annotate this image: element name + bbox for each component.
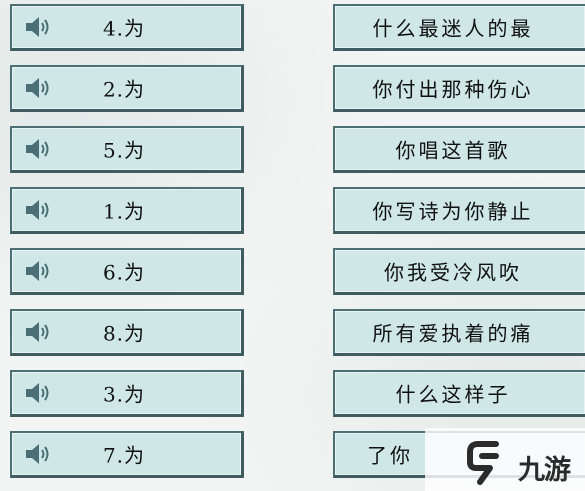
lyric-card[interactable]: 什么最迷人的最 — [333, 4, 585, 51]
audio-clue-label: 2.为 — [102, 77, 146, 102]
audio-clue-label: 4.为 — [102, 16, 146, 41]
audio-clue-label: 1.为 — [102, 199, 146, 224]
audio-clue-card[interactable]: 6.为 — [10, 248, 244, 295]
audio-clue-label: 6.为 — [102, 260, 146, 285]
audio-clue-card[interactable]: 3.为 — [10, 370, 244, 417]
watermark-brand-text: 九游 — [518, 455, 571, 486]
lyric-text: 你付出那种伤心 — [372, 77, 534, 102]
audio-clue-card[interactable]: 2.为 — [10, 65, 244, 112]
audio-clue-label: 3.为 — [102, 382, 146, 407]
speaker-icon[interactable] — [23, 320, 53, 344]
speaker-icon[interactable] — [23, 76, 53, 100]
lyric-text: 你我受冷风吹 — [384, 260, 522, 285]
lyric-card[interactable]: 你唱这首歌 — [333, 126, 585, 173]
speaker-icon[interactable] — [23, 137, 53, 161]
audio-clue-card[interactable]: 5.为 — [10, 126, 244, 173]
speaker-icon[interactable] — [23, 198, 53, 222]
lyric-card[interactable]: 你付出那种伤心 — [333, 65, 585, 112]
lyric-text: 什么这样子 — [395, 382, 511, 407]
speaker-icon[interactable] — [23, 442, 53, 466]
speaker-icon[interactable] — [23, 381, 53, 405]
lyric-card[interactable]: 你我受冷风吹 — [333, 248, 585, 295]
audio-clue-label: 8.为 — [102, 321, 146, 346]
audio-clue-card[interactable]: 8.为 — [10, 309, 244, 356]
audio-clue-card[interactable]: 1.为 — [10, 187, 244, 234]
lyric-text: 什么最迷人的最 — [372, 16, 534, 41]
lyric-text: 所有爱执着的痛 — [372, 321, 534, 346]
speaker-icon[interactable] — [23, 15, 53, 39]
lyric-text: 你写诗为你静止 — [372, 199, 534, 224]
speaker-icon[interactable] — [23, 259, 53, 283]
lyric-card[interactable]: 什么这样子 — [333, 370, 585, 417]
lyric-card[interactable]: 你写诗为你静止 — [333, 187, 585, 234]
audio-clue-card[interactable]: 4.为 — [10, 4, 244, 51]
audio-clue-label: 5.为 — [102, 138, 146, 163]
audio-clue-label: 7.为 — [102, 443, 146, 468]
nine-game-logo-icon — [467, 441, 499, 485]
lyric-card[interactable]: 所有爱执着的痛 — [333, 309, 585, 356]
audio-clue-card[interactable]: 7.为 — [10, 431, 244, 478]
lyric-text: 你唱这首歌 — [395, 138, 511, 163]
